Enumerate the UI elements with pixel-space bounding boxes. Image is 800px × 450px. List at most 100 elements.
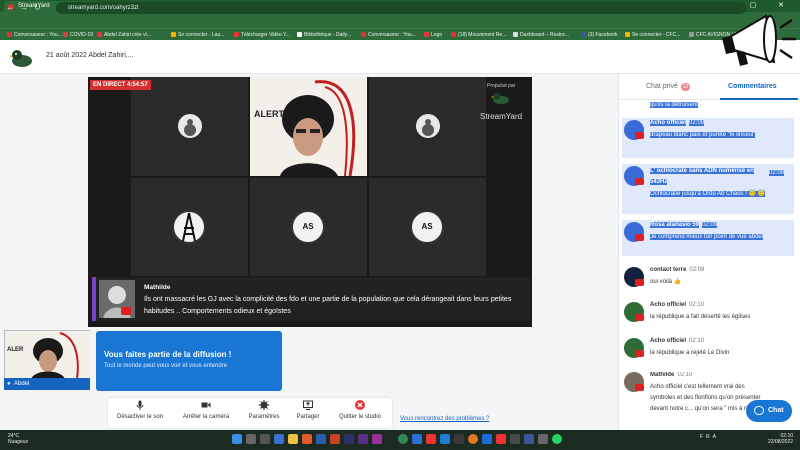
app-icon[interactable] — [440, 434, 450, 444]
reload-icon[interactable]: ↻ — [34, 2, 41, 14]
comment-author: L' ochlocrate sans ADN numérisé en 543Hz — [650, 168, 754, 185]
comment-avatar — [624, 338, 644, 358]
comment-item[interactable]: Acho officiel 02:10 la république a rejet… — [624, 338, 796, 362]
microphone-icon — [136, 400, 144, 410]
bookmark-item[interactable]: Abdel Zahiri crée vi... — [96, 30, 151, 40]
weather-widget[interactable]: 24°C Nuageux — [8, 433, 28, 445]
participant-avatar-icon — [416, 114, 440, 138]
person-icon: ● — [7, 381, 11, 387]
app-icon[interactable] — [510, 434, 520, 444]
stop-camera-button[interactable]: Arrêter la caméra — [175, 400, 237, 420]
comment-avatar — [624, 166, 644, 186]
as-logo-badge: AS — [410, 210, 444, 244]
chat-bubble-icon — [754, 406, 764, 415]
bookmark-item[interactable]: (18) Mouvement Re... — [450, 30, 506, 40]
weather-condition: Nuageux — [8, 439, 29, 445]
comment-author: Acho officiel — [650, 120, 687, 126]
tab-private-chat[interactable]: Chat privé 12 — [646, 83, 690, 91]
settings-button[interactable]: Paramètres — [243, 400, 285, 420]
leave-label: Quitter le studio — [338, 414, 382, 420]
leave-studio-button[interactable]: Quitter le studio — [330, 400, 390, 420]
tab-comments[interactable]: Commentaires — [728, 83, 777, 90]
app-icon[interactable] — [302, 434, 312, 444]
widgets-icon[interactable] — [274, 434, 284, 444]
app-icon[interactable] — [496, 434, 506, 444]
banner-accent-bar — [92, 277, 96, 321]
whatsapp-icon[interactable] — [552, 434, 562, 444]
address-bar[interactable]: streamyard.com/oahyrz3zt — [56, 2, 746, 14]
comment-time: 02:09 — [769, 170, 785, 176]
search-icon[interactable] — [246, 434, 256, 444]
app-icon[interactable] — [538, 434, 548, 444]
share-screen-icon — [303, 400, 313, 410]
app-icon[interactable] — [482, 434, 492, 444]
comment-item[interactable]: L' ochlocrate sans ADN numérisé en 543Hz… — [624, 166, 796, 212]
task-view-icon[interactable] — [260, 434, 270, 444]
broadcast-title[interactable]: 21 août 2022 Abdel Zahiri,... — [46, 52, 134, 59]
bookmark-item[interactable]: Logo — [423, 30, 442, 40]
taskbar-clock[interactable]: 02:10 22/08/2022 — [768, 433, 793, 445]
help-problem-link[interactable]: Vous rencontrez des problèmes ? — [400, 416, 489, 422]
comment-author: Acho officiel — [650, 338, 687, 344]
comment-author: Acho officiel — [650, 302, 687, 308]
comment-avatar — [624, 267, 644, 287]
app-icon[interactable] — [316, 434, 326, 444]
url-text: streamyard.com/oahyrz3zt — [68, 5, 139, 11]
bookmark-item[interactable]: Conversaseur : You... — [6, 30, 62, 40]
file-explorer-icon[interactable] — [288, 434, 298, 444]
comment-text: la république a fait déserté les églises — [650, 314, 751, 320]
comment-time: 02:09 — [689, 267, 705, 273]
app-icon[interactable] — [454, 434, 464, 444]
streamyard-brand: StreamYard — [480, 112, 523, 121]
start-menu-icon[interactable] — [232, 434, 242, 444]
comment-item[interactable]: Acho officiel 02:10 la république a fait … — [624, 302, 796, 326]
chrome-icon[interactable] — [398, 434, 408, 444]
comment-time: 02:10 — [677, 372, 693, 378]
app-icon[interactable] — [412, 434, 422, 444]
forward-arrow-icon[interactable]: → — [20, 2, 28, 14]
participant-avatar-icon — [178, 114, 202, 138]
back-arrow-icon[interactable]: ← — [6, 2, 14, 14]
bookmark-item[interactable]: Conversaseur : You... — [360, 30, 416, 40]
bookmark-item[interactable]: Télécharger Vidéo Y... — [233, 30, 290, 40]
gear-icon — [259, 400, 269, 410]
bookmark-item[interactable]: (3) Facebook — [580, 30, 617, 40]
bookmark-item[interactable]: Bibliothèque - Daily... — [296, 30, 351, 40]
comment-text: qu'ils la détruisent — [650, 102, 698, 108]
live-timer-badge: EN DIRECT 4:54:57 — [90, 80, 151, 90]
bookmark-item[interactable]: Dashboard – Restre... — [512, 30, 569, 40]
banner-message: Ils ont massacré les GJ avec la complici… — [144, 296, 512, 315]
comment-item[interactable]: contact terre 02:09 oui voilà 👍 — [624, 267, 796, 291]
firefox-icon[interactable] — [468, 434, 478, 444]
share-label: Partager — [296, 414, 320, 420]
presenter-video: ALERT — [250, 77, 367, 176]
system-tray[interactable]: FRA — [700, 434, 719, 440]
eiffel-tower-icon — [172, 210, 206, 244]
bookmark-item[interactable]: COVID-19 — [62, 30, 93, 40]
bookmark-item[interactable]: Se connecter - Lau... — [170, 30, 224, 40]
comment-avatar — [624, 302, 644, 322]
comment-item[interactable]: Acho officiel 02:09 drapeau blanc paix et… — [624, 120, 796, 156]
comment-author: Mathilde — [650, 372, 675, 378]
powered-by-label: Propulsé par — [487, 83, 516, 89]
comment-author: contact terre — [650, 267, 687, 273]
share-button[interactable]: Partager — [291, 400, 325, 420]
app-icon[interactable] — [358, 434, 368, 444]
app-icon[interactable] — [524, 434, 534, 444]
app-icon[interactable] — [426, 434, 436, 444]
mute-button[interactable]: Désactiver le son — [112, 400, 168, 420]
comment-text: Ochlocratie jusqu'à Ordo Ab Chaos ! 😇 😇 — [650, 191, 766, 197]
comment-text: oui voilà 👍 — [650, 279, 682, 285]
comment-item[interactable]: qu'ils la détruisent — [624, 100, 796, 112]
private-chat-count-badge: 12 — [680, 83, 690, 91]
chat-button[interactable]: Chat — [746, 400, 792, 422]
comment-item[interactable]: Rosa atanasio 59 02:09 Je comprend mieux … — [624, 222, 796, 256]
app-icon[interactable] — [372, 434, 382, 444]
comment-avatar — [624, 120, 644, 140]
app-icon[interactable] — [330, 434, 340, 444]
duck-logo-icon[interactable] — [10, 48, 34, 68]
app-icon[interactable] — [344, 434, 354, 444]
language-indicator: FRA — [700, 434, 719, 440]
bookmark-item[interactable]: Se connecter - CFC... — [624, 30, 680, 40]
as-logo-badge: AS — [291, 210, 325, 244]
